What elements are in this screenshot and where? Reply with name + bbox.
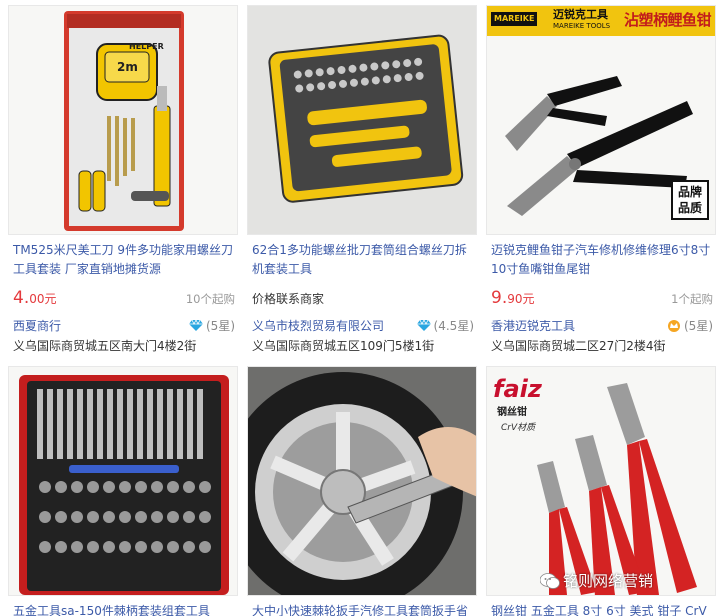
wechat-icon: [540, 573, 560, 589]
product-title-link[interactable]: TM525米尺美工刀 9件多功能家用螺丝刀工具套装 厂家直销地摊货源: [13, 241, 238, 279]
product-card[interactable]: MAREIKE 迈锐克工具 MAREIKE TOOLS 沾塑柄鲤鱼钳 品牌品质 …: [486, 5, 716, 353]
diamond-icon: [189, 320, 203, 331]
product-title-link[interactable]: 62合1多功能螺丝批刀套筒组合螺丝刀拆机套装工具: [252, 241, 477, 279]
shop-rating: (5星): [667, 317, 713, 334]
product-title-link[interactable]: 五金工具sa-150件棘柄套装组套工具: [13, 602, 238, 616]
product-image[interactable]: [247, 5, 477, 235]
product-image[interactable]: [8, 366, 238, 596]
price-negotiable: 价格联系商家: [252, 292, 325, 306]
product-card[interactable]: 大中小快速棘轮扳手汽修工具套筒扳手省: [247, 366, 477, 616]
product-price: 9.90元: [491, 288, 535, 308]
shop-address: 义乌国际商贸城五区南大门4楼2街: [13, 339, 197, 353]
shop-row: 义乌市枝烈贸易有限公司 (4.5星): [252, 315, 474, 333]
product-image[interactable]: faiz 钢丝钳 CrV材质: [486, 366, 716, 596]
shop-link[interactable]: 西夏商行: [13, 317, 61, 334]
shop-row: 香港迈锐克工具 (5星): [491, 315, 713, 333]
product-title-link[interactable]: 大中小快速棘轮扳手汽修工具套筒扳手省: [252, 602, 477, 616]
product-image[interactable]: HELPER 2m: [8, 5, 238, 235]
min-order: 10个起购: [185, 292, 235, 306]
tape-label: 2m: [117, 60, 138, 74]
shop-rating: (4.5星): [416, 317, 474, 334]
watermark-text: 铭则网络营销: [563, 572, 654, 590]
min-order: 1个起购: [671, 292, 713, 306]
shop-row: 西夏商行 (5星): [13, 315, 235, 333]
shop-link[interactable]: 义乌市枝烈贸易有限公司: [252, 317, 384, 334]
shop-link[interactable]: 香港迈锐克工具: [491, 317, 575, 334]
package-label: HELPER: [129, 42, 164, 51]
price-row: 9.90元 1个起购: [491, 288, 713, 308]
product-image[interactable]: [247, 366, 477, 596]
product-image[interactable]: MAREIKE 迈锐克工具 MAREIKE TOOLS 沾塑柄鲤鱼钳 品牌品质: [486, 5, 716, 235]
product-card[interactable]: faiz 钢丝钳 CrV材质 钢丝钳 五金工具 8寸 6寸 美式 钳子 CrV: [486, 366, 716, 616]
price-row: 4.00元 10个起购: [13, 288, 235, 308]
quality-badge: 品牌品质: [671, 180, 709, 220]
shop-address: 义乌国际商贸城五区109门5楼1街: [252, 339, 435, 353]
shop-address: 义乌国际商贸城二区27门2楼4街: [491, 339, 666, 353]
diamond-icon: [416, 320, 431, 331]
product-title-link[interactable]: 迈锐克鲤鱼钳子汽车修机修维修理6寸8寸10寸鱼嘴钳鱼尾钳: [491, 241, 716, 279]
product-card[interactable]: 五金工具sa-150件棘柄套装组套工具: [8, 366, 238, 616]
product-card[interactable]: 62合1多功能螺丝批刀套筒组合螺丝刀拆机套装工具 价格联系商家 义乌市枝烈贸易有…: [247, 5, 477, 353]
product-title-link[interactable]: 钢丝钳 五金工具 8寸 6寸 美式 钳子 CrV: [491, 602, 716, 616]
crown-icon: [668, 320, 680, 332]
price-row: 价格联系商家: [252, 288, 474, 308]
product-card[interactable]: HELPER 2m TM525米尺美工刀 9件多功能家用螺丝刀工具套装 厂家直销…: [8, 5, 238, 353]
product-price: 4.00元: [13, 288, 57, 308]
shop-rating: (5星): [189, 317, 235, 334]
